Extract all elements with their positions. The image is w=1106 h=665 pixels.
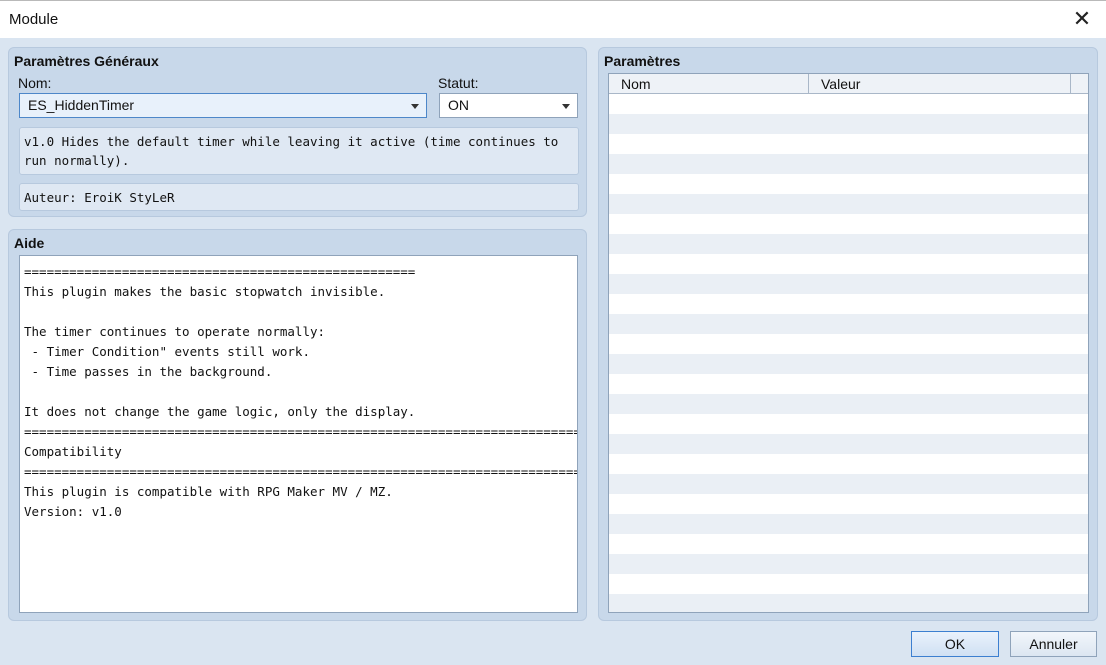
grid-empty-row [609,134,1088,154]
grid-empty-row [609,574,1088,594]
help-text-area[interactable]: ========================================… [19,255,578,613]
grid-empty-row [609,154,1088,174]
name-label: Nom: [18,75,52,91]
chevron-down-icon [562,104,570,109]
grid-empty-row [609,214,1088,234]
general-params-title: Paramètres Généraux [14,53,159,69]
params-grid[interactable]: Nom Valeur [608,73,1089,613]
grid-empty-row [609,234,1088,254]
status-value: ON [448,97,469,113]
grid-empty-row [609,114,1088,134]
grid-empty-row [609,94,1088,114]
grid-empty-row [609,454,1088,474]
grid-empty-row [609,434,1088,454]
cancel-button[interactable]: Annuler [1010,631,1097,657]
ok-button[interactable]: OK [911,631,999,657]
grid-empty-row [609,494,1088,514]
general-params-group: Paramètres Généraux Nom: ES_HiddenTimer … [8,47,587,217]
grid-empty-row [609,254,1088,274]
grid-empty-row [609,334,1088,354]
grid-empty-row [609,374,1088,394]
help-group: Aide ===================================… [8,229,587,621]
chevron-down-icon [411,104,419,109]
grid-empty-row [609,354,1088,374]
close-icon[interactable]: ✕ [1070,7,1094,31]
column-header-name[interactable]: Nom [609,74,809,94]
title-bar: Module ✕ [0,0,1106,38]
grid-empty-row [609,194,1088,214]
params-title: Paramètres [604,53,681,69]
plugin-name-select[interactable]: ES_HiddenTimer [19,93,427,118]
module-dialog: Module ✕ Paramètres Généraux Nom: ES_Hid… [0,0,1106,665]
params-grid-header: Nom Valeur [609,74,1088,94]
grid-empty-row [609,554,1088,574]
params-group: Paramètres Nom Valeur [598,47,1098,621]
grid-empty-row [609,534,1088,554]
grid-empty-row [609,274,1088,294]
plugin-name-value: ES_HiddenTimer [28,97,135,113]
author-box: Auteur: EroiK StyLeR [19,183,579,211]
grid-empty-row [609,514,1088,534]
grid-empty-row [609,414,1088,434]
grid-empty-row [609,314,1088,334]
status-select[interactable]: ON [439,93,578,118]
grid-empty-row [609,174,1088,194]
column-header-value[interactable]: Valeur [809,74,1071,94]
params-grid-rows [609,94,1088,612]
grid-empty-row [609,474,1088,494]
description-box: v1.0 Hides the default timer while leavi… [19,127,579,175]
help-title: Aide [14,235,45,251]
grid-empty-row [609,394,1088,414]
grid-empty-row [609,594,1088,612]
status-label: Statut: [438,75,479,91]
window-title: Module [9,11,59,28]
grid-empty-row [609,294,1088,314]
